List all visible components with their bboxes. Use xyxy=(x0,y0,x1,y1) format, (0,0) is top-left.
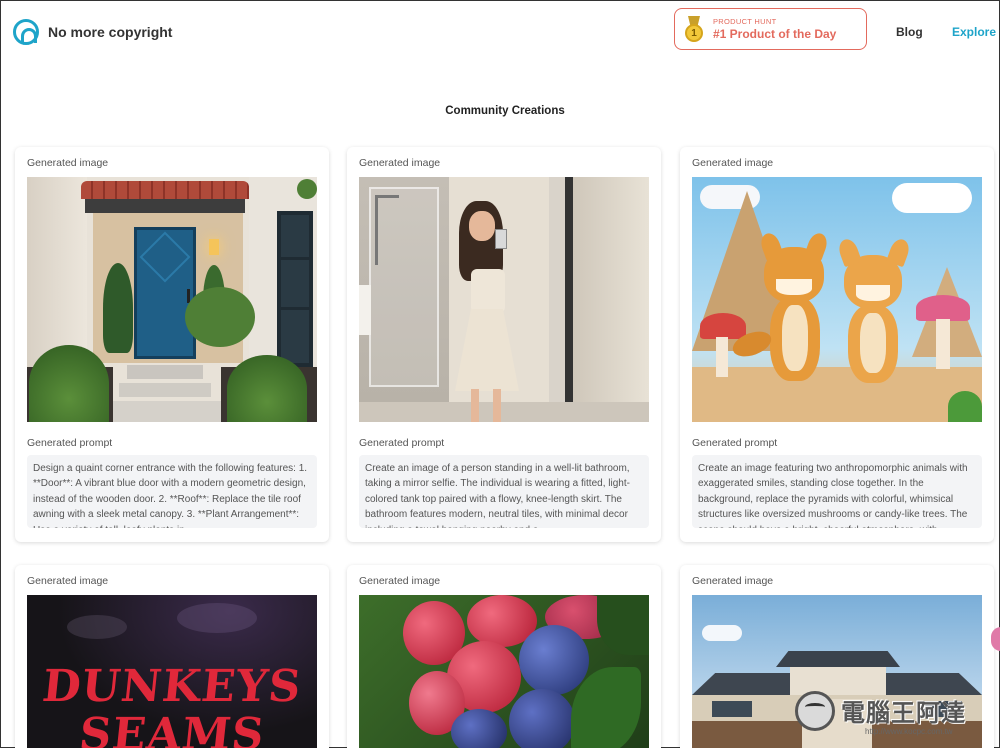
image-label: Generated image xyxy=(27,157,109,169)
berries-image[interactable] xyxy=(359,595,649,748)
watermark-mascot-icon xyxy=(795,691,835,731)
top-header: No more copyright 1 PRODUCT HUNT #1 Prod… xyxy=(1,1,1000,63)
image-label: Generated image xyxy=(359,157,441,169)
watermark-text: 電腦王阿達 xyxy=(841,700,966,727)
badge-title: #1 Product of the Day xyxy=(713,27,837,41)
prompt-label: Generated prompt xyxy=(359,437,445,449)
product-hunt-badge[interactable]: 1 PRODUCT HUNT #1 Product of the Day xyxy=(674,8,867,50)
logo-text: No more copyright xyxy=(48,24,173,40)
creation-card[interactable]: Generated image xyxy=(15,147,329,542)
dark-text-art-image[interactable]: DUNKEYS SEAMS xyxy=(27,595,317,748)
floating-side-tab[interactable] xyxy=(991,627,1000,651)
art-text-line-2: SEAMS xyxy=(76,709,268,748)
medal-icon: 1 xyxy=(685,16,703,42)
watermark: 電腦王阿達 http://www.kocpc.com.tw xyxy=(795,689,995,745)
mirror-selfie-image[interactable] xyxy=(359,177,649,422)
image-label: Generated image xyxy=(27,575,109,587)
prompt-label: Generated prompt xyxy=(27,437,113,449)
section-title: Community Creations xyxy=(445,105,565,117)
site-logo[interactable]: No more copyright xyxy=(13,19,172,45)
creation-card[interactable]: Generated image xyxy=(347,565,661,748)
prompt-text: Create an image of a person standing in … xyxy=(359,455,649,528)
creation-card[interactable]: Generated image DUNKEYS SEAMS xyxy=(15,565,329,748)
image-label: Generated image xyxy=(692,575,774,587)
prompt-label: Generated prompt xyxy=(692,437,778,449)
image-label: Generated image xyxy=(359,575,441,587)
nav-explore-link[interactable]: Explore xyxy=(952,25,996,39)
prompt-text: Create an image featuring two anthropomo… xyxy=(692,455,982,528)
art-text-line-1: DUNKEYS xyxy=(39,661,305,712)
creation-card[interactable]: Generated image Generated prompt Create … xyxy=(347,147,661,542)
watermark-mascot-face-icon xyxy=(805,703,825,711)
cartoon-animals-image[interactable] xyxy=(692,177,982,422)
prompt-text: Design a quaint corner entrance with the… xyxy=(27,455,317,528)
creation-card[interactable]: Generated image xyxy=(680,147,994,542)
badge-source-label: PRODUCT HUNT xyxy=(713,17,777,26)
watermark-url: http://www.kocpc.com.tw xyxy=(865,727,953,736)
nav-blog-link[interactable]: Blog xyxy=(896,25,923,39)
logo-icon xyxy=(13,19,39,45)
image-label: Generated image xyxy=(692,157,774,169)
doorway-image[interactable] xyxy=(27,177,317,422)
